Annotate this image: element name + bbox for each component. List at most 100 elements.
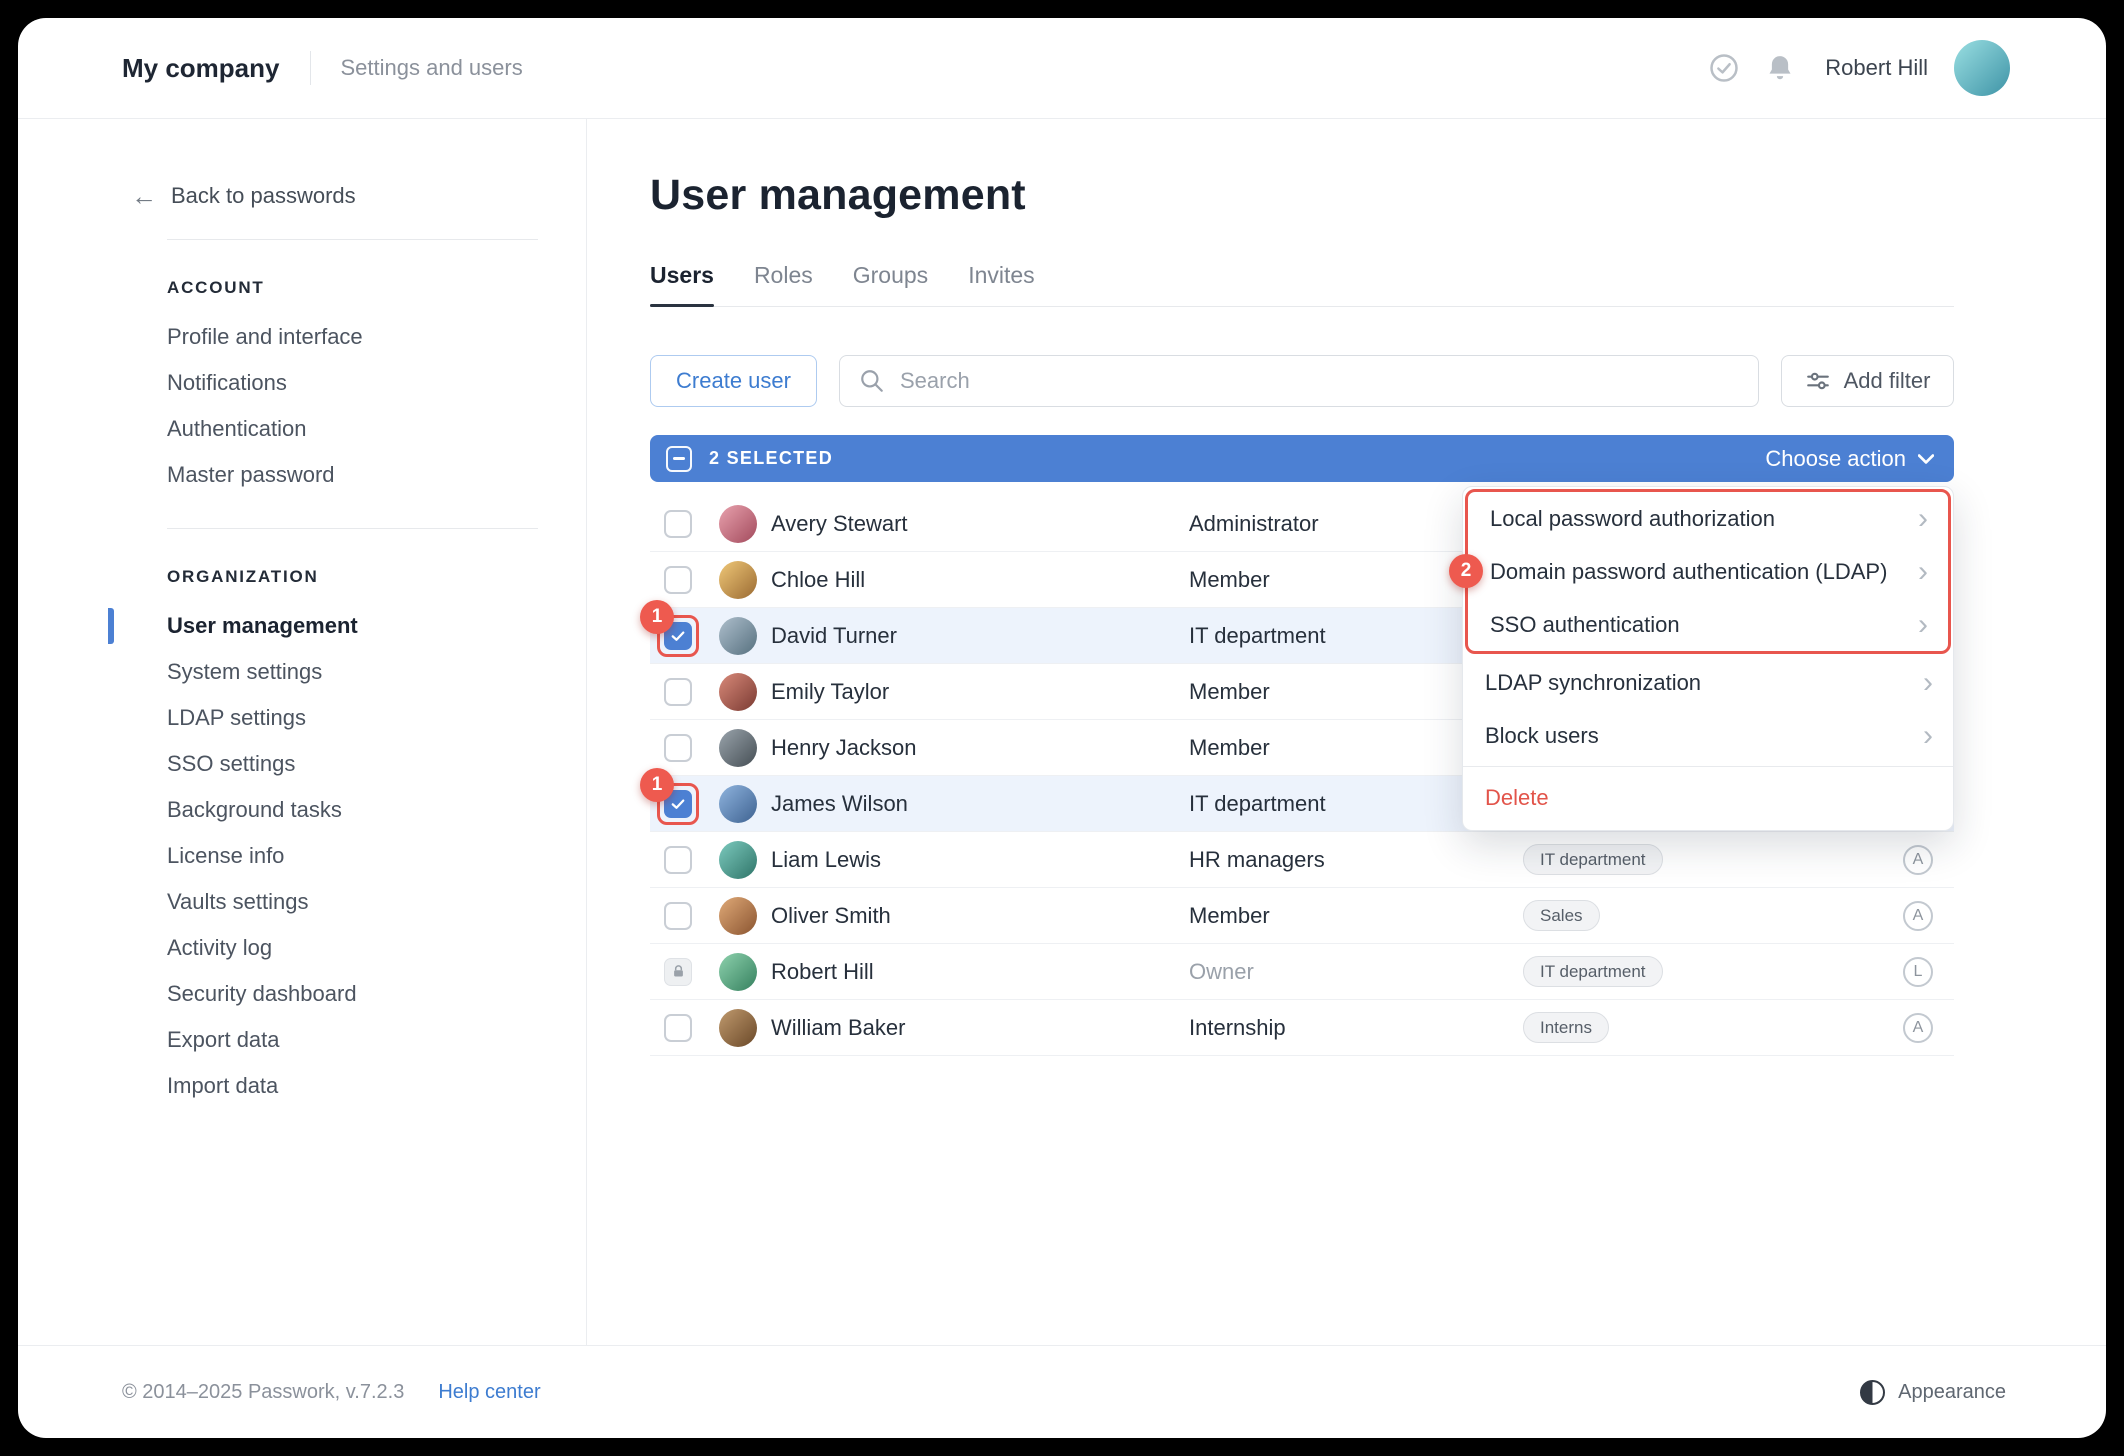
- auth-type-badge: A: [1903, 1013, 1933, 1043]
- sidebar-item-system-settings[interactable]: System settings: [131, 649, 538, 695]
- table-row[interactable]: Robert Hill Owner IT department L: [650, 944, 1954, 1000]
- sidebar-item-authentication[interactable]: Authentication: [131, 406, 538, 452]
- sidebar-item-sso-settings[interactable]: SSO settings: [131, 741, 538, 787]
- back-to-passwords-label: Back to passwords: [171, 183, 356, 209]
- back-to-passwords-link[interactable]: ← Back to passwords: [131, 183, 538, 209]
- sidebar-item-profile-and-interface[interactable]: Profile and interface: [131, 314, 538, 360]
- sidebar-item-vaults-settings[interactable]: Vaults settings: [131, 879, 538, 925]
- chevron-right-icon: ›: [1923, 721, 1933, 751]
- menu-item-block-users[interactable]: Block users ›: [1463, 709, 1953, 762]
- row-checkbox[interactable]: [664, 1014, 692, 1042]
- top-bar: My company Settings and users Robert Hil…: [18, 18, 2106, 119]
- user-badge-cell: A: [1894, 901, 1942, 931]
- user-avatar: [719, 561, 757, 599]
- menu-item-domain-password-authentication-ldap[interactable]: Domain password authentication (LDAP) ›: [1468, 545, 1948, 598]
- row-checkbox[interactable]: [664, 734, 692, 762]
- tab-users[interactable]: Users: [650, 262, 714, 306]
- user-name: David Turner: [771, 623, 1189, 649]
- locked-checkbox: [664, 958, 692, 986]
- chevron-right-icon: ›: [1918, 610, 1928, 640]
- user-role: Internship: [1189, 1015, 1523, 1041]
- chevron-right-icon: ›: [1918, 504, 1928, 534]
- appearance-toggle[interactable]: Appearance: [1860, 1380, 2006, 1405]
- sidebar-item-security-dashboard[interactable]: Security dashboard: [131, 971, 538, 1017]
- annotation-badge: 2: [1449, 554, 1483, 588]
- table-row[interactable]: Oliver Smith Member Sales A: [650, 888, 1954, 944]
- row-checkbox[interactable]: [664, 902, 692, 930]
- create-user-button[interactable]: Create user: [650, 355, 817, 407]
- menu-item-delete[interactable]: Delete: [1463, 771, 1953, 824]
- table-row[interactable]: William Baker Internship Interns A: [650, 1000, 1954, 1056]
- row-checkbox[interactable]: [664, 566, 692, 594]
- menu-item-label: Domain password authentication (LDAP): [1490, 559, 1887, 585]
- body-layout: ← Back to passwords ACCOUNT Profile and …: [18, 119, 2106, 1345]
- sidebar-item-master-password[interactable]: Master password: [131, 452, 538, 498]
- row-checkbox[interactable]: [664, 510, 692, 538]
- help-center-link[interactable]: Help center: [438, 1381, 540, 1404]
- sidebar-item-ldap-settings[interactable]: LDAP settings: [131, 695, 538, 741]
- group-tag: Interns: [1523, 1012, 1609, 1043]
- chevron-down-icon: [1918, 454, 1934, 464]
- selection-bar: 2 SELECTED Choose action: [650, 435, 1954, 482]
- header-divider: [310, 51, 311, 85]
- table-row[interactable]: Liam Lewis HR managers IT department A: [650, 832, 1954, 888]
- menu-separator: [1463, 766, 1953, 767]
- chevron-right-icon: ›: [1923, 668, 1933, 698]
- choose-action-button[interactable]: Choose action: [1765, 446, 1934, 472]
- auth-type-badge: A: [1903, 901, 1933, 931]
- menu-item-sso-authentication[interactable]: SSO authentication ›: [1468, 598, 1948, 651]
- user-name: Robert Hill: [771, 959, 1189, 985]
- user-name: William Baker: [771, 1015, 1189, 1041]
- user-name: Liam Lewis: [771, 847, 1189, 873]
- user-badge-cell: A: [1894, 845, 1942, 875]
- user-name: James Wilson: [771, 791, 1189, 817]
- top-bar-left: My company Settings and users: [122, 51, 523, 85]
- sidebar-item-notifications[interactable]: Notifications: [131, 360, 538, 406]
- group-tag: IT department: [1523, 956, 1663, 987]
- user-name: Chloe Hill: [771, 567, 1189, 593]
- sidebar-item-import-data[interactable]: Import data: [131, 1063, 538, 1109]
- sidebar-item-export-data[interactable]: Export data: [131, 1017, 538, 1063]
- annotation-badge: 1: [640, 600, 674, 634]
- select-all-checkbox[interactable]: [666, 446, 692, 472]
- sidebar-divider: [167, 528, 538, 529]
- top-bar-right: Robert Hill: [1709, 40, 2010, 96]
- check-circle-icon[interactable]: [1709, 53, 1739, 83]
- sidebar-item-license-info[interactable]: License info: [131, 833, 538, 879]
- users-table: Avery Stewart Administrator Chloe Hill M…: [650, 496, 1954, 1056]
- choose-action-label: Choose action: [1765, 446, 1906, 472]
- selection-count-label: 2 SELECTED: [709, 448, 833, 469]
- search-input[interactable]: [839, 355, 1759, 407]
- row-checkbox[interactable]: [664, 846, 692, 874]
- sidebar-section-organization: ORGANIZATION: [167, 567, 538, 587]
- tab-invites[interactable]: Invites: [968, 262, 1034, 306]
- user-name: Henry Jackson: [771, 735, 1189, 761]
- search-icon: [859, 368, 885, 394]
- sidebar: ← Back to passwords ACCOUNT Profile and …: [18, 119, 587, 1345]
- user-tag-cell: Interns: [1523, 1012, 1894, 1043]
- header-avatar[interactable]: [1954, 40, 2010, 96]
- header-user-name: Robert Hill: [1825, 55, 1928, 81]
- user-avatar: [719, 841, 757, 879]
- choose-action-menu: Local password authorization › Domain pa…: [1462, 486, 1954, 831]
- user-avatar: [719, 729, 757, 767]
- user-avatar: [719, 1009, 757, 1047]
- user-role: HR managers: [1189, 847, 1523, 873]
- sidebar-item-user-management[interactable]: User management: [131, 603, 538, 649]
- sidebar-item-activity-log[interactable]: Activity log: [131, 925, 538, 971]
- arrow-left-icon: ←: [131, 183, 157, 209]
- row-checkbox[interactable]: [664, 678, 692, 706]
- appearance-label: Appearance: [1898, 1381, 2006, 1404]
- auth-type-badge: L: [1903, 957, 1933, 987]
- menu-item-local-password-authorization[interactable]: Local password authorization ›: [1468, 492, 1948, 545]
- copyright-text: © 2014–2025 Passwork, v.7.2.3: [122, 1381, 404, 1404]
- add-filter-button[interactable]: Add filter: [1781, 355, 1954, 407]
- sidebar-item-background-tasks[interactable]: Background tasks: [131, 787, 538, 833]
- tab-roles[interactable]: Roles: [754, 262, 813, 306]
- sidebar-section-account: ACCOUNT: [167, 278, 538, 298]
- toolbar: Create user Add filter: [650, 355, 1954, 407]
- menu-item-ldap-synchronization[interactable]: LDAP synchronization ›: [1463, 656, 1953, 709]
- search-box: [839, 355, 1759, 407]
- tab-groups[interactable]: Groups: [853, 262, 928, 306]
- bell-icon[interactable]: [1765, 53, 1795, 83]
